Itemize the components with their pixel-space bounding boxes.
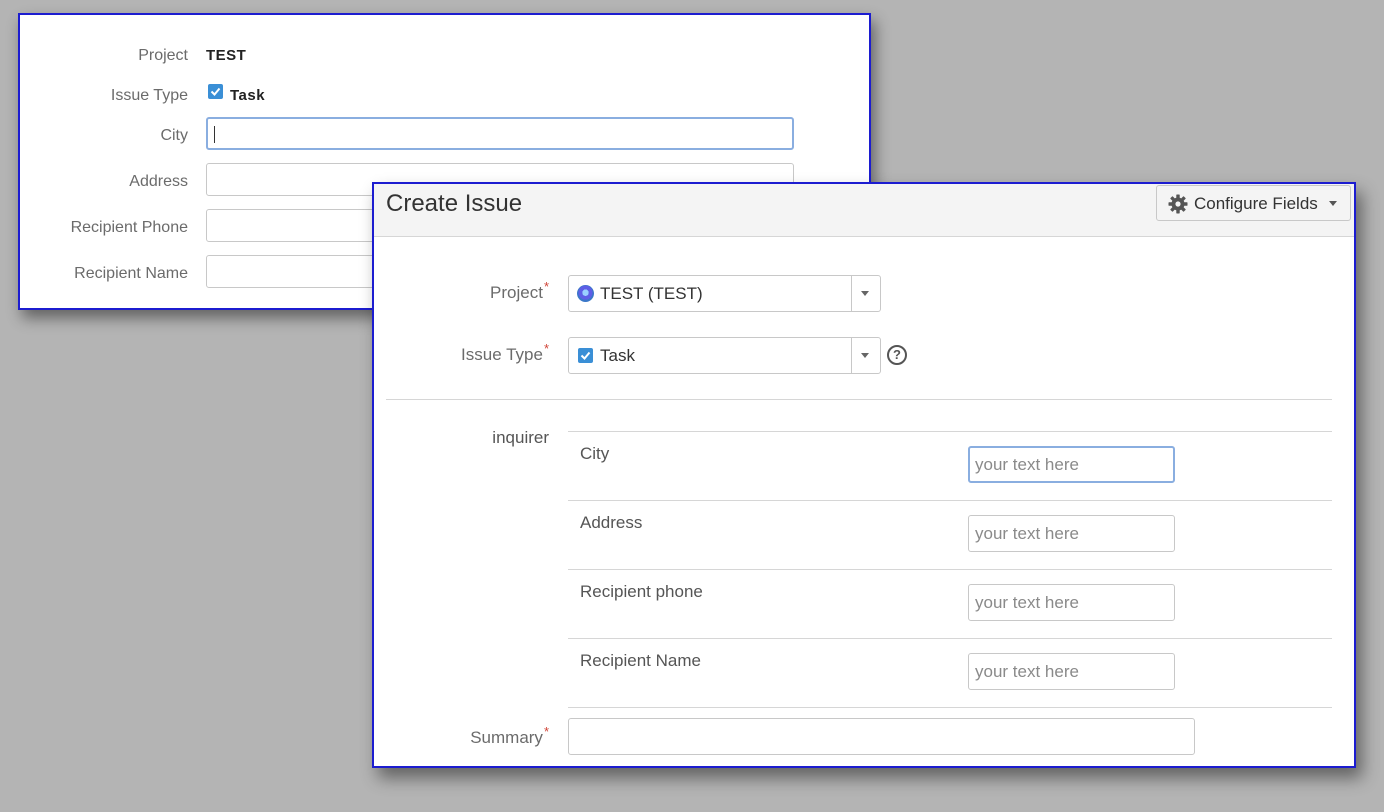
section-divider [386,399,1332,400]
issue-type-select-value: Task [600,346,635,365]
recipient-phone-label: Recipient Phone [70,219,188,236]
recipient-name-label: Recipient Name [74,265,188,282]
project-avatar-icon [577,285,594,302]
gear-icon [1168,194,1188,219]
summary-input[interactable] [568,718,1195,755]
project-value: TEST [206,47,247,64]
issue-type-select[interactable]: Task [568,337,881,374]
inquirer-group-label: inquirer [492,428,549,447]
issue-type-label: Issue Type [110,87,188,104]
city-field[interactable] [206,117,794,150]
issue-type-label: Issue Type* [461,341,549,364]
project-label: Project* [490,279,549,302]
address-label: Address [129,173,188,190]
row-divider [568,638,1332,639]
chevron-down-icon[interactable] [861,291,869,296]
recipient-name-label: Recipient Name [580,651,701,670]
row-divider [568,707,1332,708]
row-divider [568,500,1332,501]
row-divider [568,569,1332,570]
issue-type-value: Task [230,87,266,104]
checkbox-icon [208,84,223,99]
create-issue-dialog: Create Issue Configure Fields Project* T… [372,182,1356,768]
project-select-value: TEST (TEST) [600,284,703,303]
city-label: City [160,127,188,144]
recipient-name-input[interactable] [968,653,1175,690]
chevron-down-icon[interactable] [861,353,869,358]
city-label: City [580,444,610,463]
city-input[interactable] [968,446,1175,483]
checkbox-icon [578,348,593,363]
dialog-title: Create Issue [386,190,523,217]
configure-fields-button[interactable]: Configure Fields [1156,185,1351,221]
dialog-header: Create Issue Configure Fields [374,184,1354,237]
row-divider [568,431,1332,432]
recipient-phone-label: Recipient phone [580,582,703,601]
help-icon[interactable]: ? [887,345,907,365]
select-divider [851,276,852,311]
select-divider [851,338,852,373]
chevron-down-icon [1329,201,1337,206]
address-input[interactable] [968,515,1175,552]
project-label: Project [138,47,188,64]
text-caret [214,126,215,143]
recipient-phone-input[interactable] [968,584,1175,621]
configure-fields-label: Configure Fields [1194,194,1318,213]
summary-label: Summary* [470,724,549,747]
address-label: Address [580,513,643,532]
project-select[interactable]: TEST (TEST) [568,275,881,312]
